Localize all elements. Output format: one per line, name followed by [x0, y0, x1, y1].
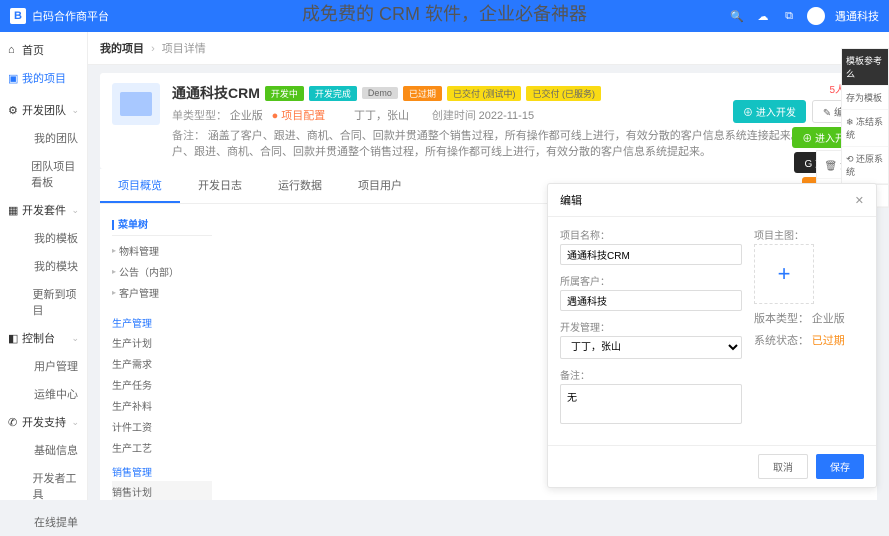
- sidebar-item[interactable]: 我的模板: [0, 224, 87, 252]
- modal-title: 编辑: [560, 192, 582, 208]
- brand-name: 白码合作商平台: [32, 8, 109, 24]
- tab[interactable]: 运行数据: [260, 169, 340, 203]
- sidebar-item[interactable]: ✆开发支持⌄: [0, 408, 87, 436]
- breadcrumb-root[interactable]: 我的项目: [100, 43, 144, 55]
- project-title: 通通科技CRM: [172, 83, 260, 103]
- logo-icon: B: [10, 8, 26, 24]
- sidebar-item[interactable]: ◧控制台⌄: [0, 324, 87, 352]
- list-item[interactable]: 生产需求: [112, 353, 212, 374]
- sidebar-item[interactable]: 更新到项目: [0, 280, 87, 324]
- right-panel: 模板参考么存为模板❄ 冻结系统⟲ 还原系统: [841, 48, 889, 185]
- name-input[interactable]: [560, 244, 742, 265]
- status-badge: 已交付 (测试中): [447, 86, 522, 101]
- breadcrumb: 我的项目 › 项目详情: [88, 32, 889, 65]
- panel-item[interactable]: 模板参考么: [842, 49, 888, 86]
- sidebar-item[interactable]: ⚙开发团队⌄: [0, 96, 87, 124]
- list-item[interactable]: 生产计划: [112, 332, 212, 353]
- tab[interactable]: 开发日志: [180, 169, 260, 203]
- sidebar-item[interactable]: 我的模块: [0, 252, 87, 280]
- tab[interactable]: 项目概览: [100, 169, 180, 203]
- list-item[interactable]: ▸ 公告（内部）: [112, 261, 212, 282]
- panel-item[interactable]: ⟲ 还原系统: [842, 147, 888, 184]
- sidebar-item[interactable]: 我的团队: [0, 124, 87, 152]
- sidebar-item[interactable]: 基础信息: [0, 436, 87, 464]
- enter-dev-button[interactable]: ⊕ 进入开发: [733, 100, 806, 123]
- list-item[interactable]: 计件工资: [112, 416, 212, 437]
- avatar[interactable]: [807, 7, 825, 25]
- sidebar-item[interactable]: 用户管理: [0, 352, 87, 380]
- page-banner: 成免费的 CRM 软件，企业必备神器: [302, 0, 587, 26]
- list-item[interactable]: 生产补料: [112, 395, 212, 416]
- customer-input[interactable]: [560, 290, 742, 311]
- status-badge: 开发中: [265, 86, 304, 101]
- config-link[interactable]: ● 项目配置: [272, 110, 326, 122]
- list-item[interactable]: ▸ 客户管理: [112, 282, 212, 303]
- breadcrumb-current: 项目详情: [162, 43, 206, 55]
- list-item[interactable]: ▸ 物料管理: [112, 240, 212, 261]
- sidebar-item[interactable]: 团队项目看板: [0, 152, 87, 196]
- sidebar-item[interactable]: ▦开发套件⌄: [0, 196, 87, 224]
- status-badge: 已过期: [403, 86, 442, 101]
- panel-item[interactable]: ❄ 冻结系统: [842, 110, 888, 147]
- status-badge: Demo: [362, 87, 398, 99]
- bell-icon[interactable]: ⧉: [781, 8, 797, 24]
- save-button[interactable]: 保存: [816, 454, 864, 479]
- image-upload[interactable]: +: [754, 244, 814, 304]
- sidebar-item[interactable]: 在线提单: [0, 508, 87, 536]
- sidebar-item[interactable]: ⌂首页: [0, 36, 87, 64]
- tab[interactable]: 项目用户: [340, 169, 420, 203]
- sidebar-item[interactable]: 开发者工具: [0, 464, 87, 508]
- close-icon[interactable]: ✕: [855, 194, 864, 207]
- sidebar-item[interactable]: 运维中心: [0, 380, 87, 408]
- cancel-button[interactable]: 取消: [758, 454, 808, 479]
- status-badge: 开发完成: [309, 86, 357, 101]
- manager-select[interactable]: 丁丁，张山: [560, 336, 742, 359]
- status-badge: 已交付 (已服务): [526, 86, 601, 101]
- list-item[interactable]: 销售计划: [112, 481, 212, 500]
- sidebar: ⌂首页▣我的项目 ⚙开发团队⌄我的团队团队项目看板▦开发套件⌄我的模板我的模块更新…: [0, 32, 88, 500]
- project-icon: [112, 83, 160, 125]
- sidebar-item[interactable]: ▣我的项目: [0, 64, 87, 92]
- search-icon[interactable]: 🔍: [729, 8, 745, 24]
- note-input[interactable]: 无: [560, 384, 742, 424]
- user-name: 遇通科技: [835, 8, 879, 24]
- list-item[interactable]: 生产工艺: [112, 437, 212, 458]
- cloud-icon[interactable]: ☁: [755, 8, 771, 24]
- list-item[interactable]: 生产任务: [112, 374, 212, 395]
- project-header: 通通科技CRM 开发中 开发完成 Demo 已过期 已交付 (测试中) 已交付 …: [100, 73, 877, 169]
- edit-modal: 编辑 ✕ 项目名称： 所属客户： 开发管理： 丁丁，张山 备注： 无 项目主图：: [547, 183, 877, 488]
- panel-item[interactable]: 存为模板: [842, 86, 888, 110]
